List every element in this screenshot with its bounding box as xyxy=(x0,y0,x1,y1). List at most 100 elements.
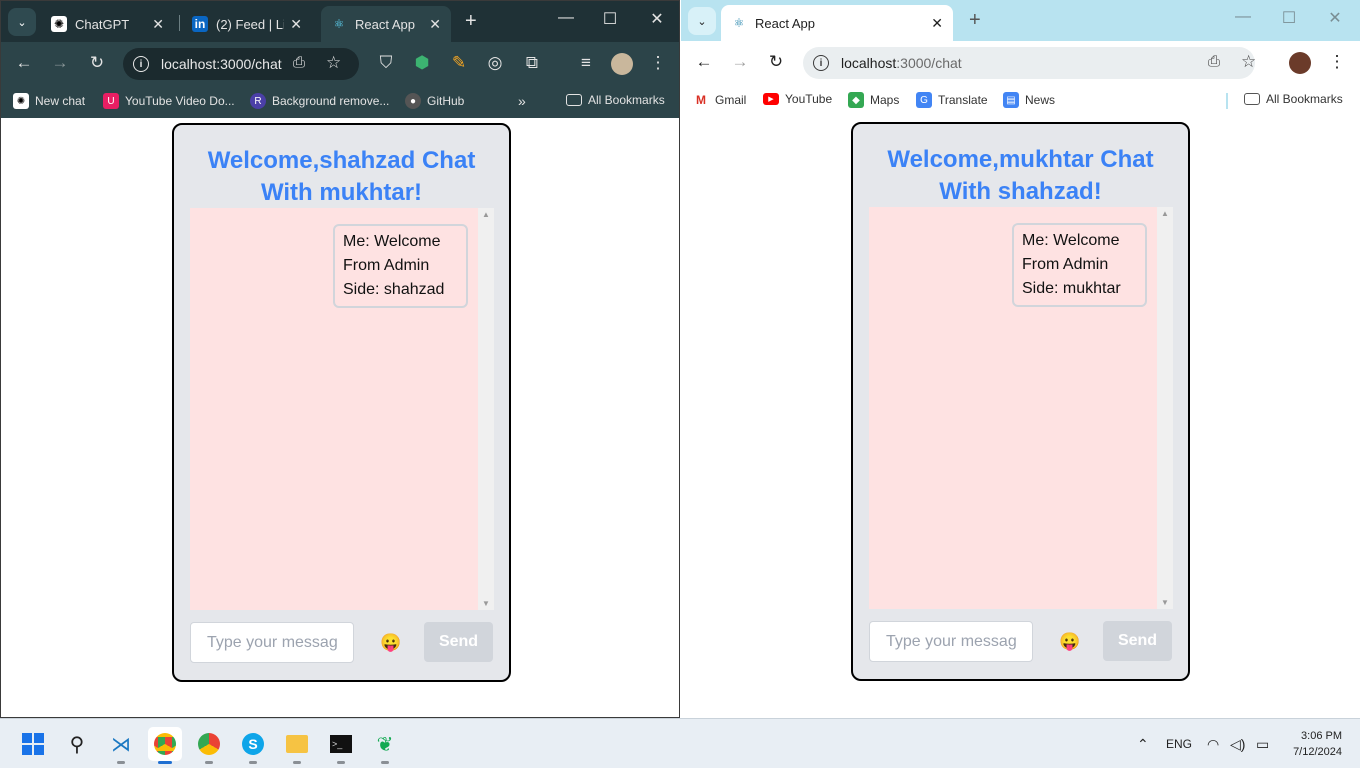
install-app-icon[interactable]: ⎙ xyxy=(293,54,305,71)
target-extension-icon[interactable]: ◎ xyxy=(484,53,506,73)
back-icon[interactable]: ← xyxy=(13,53,35,73)
message-input[interactable]: Type your messag xyxy=(869,621,1033,662)
gmail-icon: M xyxy=(696,93,706,107)
site-info-icon[interactable]: i xyxy=(133,56,149,72)
chat-card: Welcome,shahzad Chat With mukhtar! Me: W… xyxy=(172,123,511,682)
emoji-button[interactable]: 😛 xyxy=(1059,632,1080,652)
message-list[interactable]: Me: Welcome From Admin Side: shahzad ▲ ▼ xyxy=(190,208,494,610)
reload-icon[interactable]: ↻ xyxy=(86,53,108,73)
url-path: :3000/chat xyxy=(896,55,962,71)
terminal-icon[interactable]: >_ xyxy=(324,727,358,764)
bookmark-item[interactable]: R Background remove... xyxy=(250,93,389,109)
close-icon[interactable]: ✕ xyxy=(931,15,943,32)
back-icon[interactable]: ← xyxy=(693,52,715,72)
linkedin-icon: in xyxy=(192,16,208,32)
chrome-profile-icon[interactable] xyxy=(192,727,226,764)
tab-react-app[interactable]: ⚛ React App ✕ xyxy=(321,6,451,42)
remove-bg-icon: R xyxy=(250,93,266,109)
tab-chatgpt[interactable]: ✺ ChatGPT ✕ xyxy=(41,6,174,42)
tab-search-button[interactable]: ⌄ xyxy=(8,8,36,36)
forward-icon[interactable]: → xyxy=(729,52,751,72)
scroll-up-icon[interactable]: ▲ xyxy=(1157,209,1173,218)
avatar[interactable] xyxy=(1289,52,1311,79)
avatar[interactable] xyxy=(611,53,633,80)
close-icon[interactable]: ✕ xyxy=(152,16,164,33)
bookmark-item[interactable]: U YouTube Video Do... xyxy=(103,93,235,109)
bookmark-item[interactable]: M Gmail xyxy=(693,92,746,108)
send-button[interactable]: Send xyxy=(1103,621,1172,661)
skype-icon[interactable]: S xyxy=(236,727,270,764)
more-bookmarks-icon[interactable]: » xyxy=(518,93,526,109)
site-info-icon[interactable]: i xyxy=(813,55,829,71)
bookmark-item[interactable]: G Translate xyxy=(916,92,988,108)
bookmarks-bar: ✺ New chat U YouTube Video Do... R Backg… xyxy=(1,85,679,118)
close-icon[interactable]: ✕ xyxy=(290,16,302,33)
tab-strip: ⌄ ⚛ React App ✕ + — ☐ ✕ xyxy=(681,0,1360,41)
tab-search-button[interactable]: ⌄ xyxy=(688,7,716,35)
language-indicator[interactable]: ENG xyxy=(1166,719,1192,769)
close-icon[interactable]: ✕ xyxy=(429,16,441,33)
address-bar[interactable]: i localhost:3000/chat xyxy=(123,48,359,80)
scroll-down-icon[interactable]: ▼ xyxy=(478,599,494,608)
bookmark-star-icon[interactable]: ☆ xyxy=(1241,52,1256,72)
new-tab-button[interactable]: + xyxy=(465,10,477,33)
close-window-button[interactable]: ✕ xyxy=(642,9,672,29)
shield-extension-icon[interactable]: ⛉ xyxy=(375,53,397,73)
tab-strip: ⌄ ✺ ChatGPT ✕ in (2) Feed | Lin ✕ ⚛ Reac… xyxy=(1,1,679,42)
volume-icon[interactable]: ◁) xyxy=(1230,719,1245,769)
all-bookmarks-button[interactable]: All Bookmarks xyxy=(1244,92,1343,106)
url-text: localhost:3000/chat xyxy=(161,56,282,72)
reload-icon[interactable]: ↻ xyxy=(765,52,787,72)
vscode-icon[interactable]: ⋊ xyxy=(104,727,138,764)
forward-icon[interactable]: → xyxy=(49,53,71,73)
color-picker-extension-icon[interactable]: ✎ xyxy=(448,53,470,73)
bookmark-item[interactable]: ● GitHub xyxy=(405,93,464,109)
mongodb-icon[interactable]: ❦ xyxy=(368,727,402,764)
translate-icon: G xyxy=(916,92,932,108)
message-input[interactable]: Type your messag xyxy=(190,622,354,663)
clock[interactable]: 3:06 PM 7/12/2024 xyxy=(1282,728,1342,760)
page-content: Welcome,mukhtar Chat With shahzad! Me: W… xyxy=(681,117,1360,718)
minimize-button[interactable]: — xyxy=(551,9,581,27)
windows-start-icon[interactable] xyxy=(16,727,50,761)
file-explorer-icon[interactable] xyxy=(280,727,314,764)
chatgpt-icon: ✺ xyxy=(13,93,29,109)
search-icon[interactable]: ⚲ xyxy=(60,727,94,761)
tab-linkedin[interactable]: in (2) Feed | Lin ✕ xyxy=(182,6,312,42)
tab-separator xyxy=(179,15,180,31)
bookmark-item[interactable]: ◆ Maps xyxy=(848,92,899,108)
bookmark-star-icon[interactable]: ☆ xyxy=(326,53,341,73)
menu-kebab-icon[interactable]: ⋮ xyxy=(647,53,669,73)
all-bookmarks-button[interactable]: All Bookmarks xyxy=(566,93,665,107)
new-tab-button[interactable]: + xyxy=(969,9,981,32)
close-window-button[interactable]: ✕ xyxy=(1320,8,1350,28)
adblock-extension-icon[interactable]: ⬢ xyxy=(411,53,433,73)
tab-react-app[interactable]: ⚛ React App ✕ xyxy=(721,5,953,41)
scroll-up-icon[interactable]: ▲ xyxy=(478,210,494,219)
youtube-icon: ▶ xyxy=(763,93,779,105)
wifi-icon[interactable]: ◠ xyxy=(1207,719,1219,769)
bookmark-item[interactable]: ▶ YouTube xyxy=(763,92,832,106)
menu-kebab-icon[interactable]: ⋮ xyxy=(1326,52,1348,72)
extensions-puzzle-icon[interactable]: ⧉ xyxy=(521,53,543,73)
scrollbar[interactable]: ▲ ▼ xyxy=(1157,207,1173,609)
windows-taskbar: ⚲ ⋊ S >_ ❦ ⌃ ENG ◠ ◁) ▭ 3:06 PM 7/12/202… xyxy=(0,718,1360,768)
address-bar[interactable]: i localhost:3000/chat xyxy=(803,47,1255,79)
browser-window-right: ⌄ ⚛ React App ✕ + — ☐ ✕ ← → ↻ i localhos… xyxy=(681,0,1360,718)
maximize-button[interactable]: ☐ xyxy=(595,9,625,29)
install-app-icon[interactable]: ⎙ xyxy=(1208,53,1220,70)
reading-list-icon[interactable]: ≡ xyxy=(575,53,597,73)
bookmark-item[interactable]: ✺ New chat xyxy=(13,93,85,109)
battery-icon[interactable]: ▭ xyxy=(1256,719,1269,769)
send-button[interactable]: Send xyxy=(424,622,493,662)
tray-overflow-icon[interactable]: ⌃ xyxy=(1137,719,1149,769)
emoji-button[interactable]: 😛 xyxy=(380,633,401,653)
clock-time: 3:06 PM xyxy=(1301,730,1342,742)
message-list[interactable]: Me: Welcome From Admin Side: mukhtar ▲ ▼ xyxy=(869,207,1173,609)
scrollbar[interactable]: ▲ ▼ xyxy=(478,208,494,610)
bookmark-item[interactable]: ▤ News xyxy=(1003,92,1055,108)
chrome-icon[interactable] xyxy=(148,727,182,764)
scroll-down-icon[interactable]: ▼ xyxy=(1157,598,1173,607)
maximize-button[interactable]: ☐ xyxy=(1274,8,1304,28)
minimize-button[interactable]: — xyxy=(1228,8,1258,26)
